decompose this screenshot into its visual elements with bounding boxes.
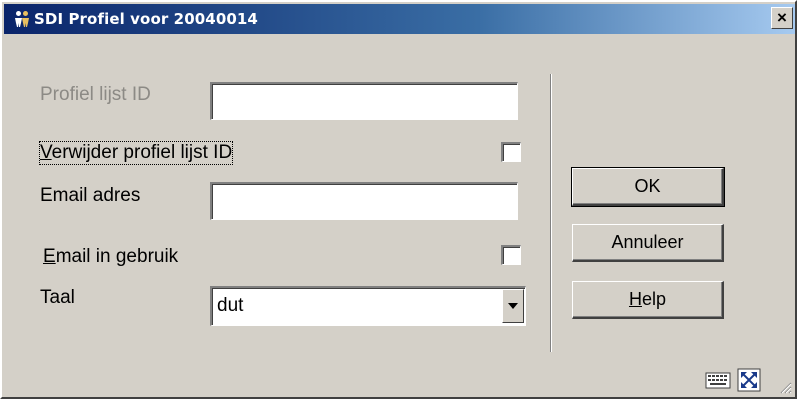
help-label-rest: elp [641, 289, 667, 309]
dialog-window: SDI Profiel voor 20040014 × Profiel lijs… [0, 0, 797, 399]
language-dropdown-button[interactable] [502, 289, 524, 323]
language-label: Taal [40, 287, 75, 308]
help-button[interactable]: Help [572, 281, 724, 319]
people-icon [15, 11, 29, 27]
delete-profile-list-id-checkbox[interactable] [501, 142, 521, 162]
language-value: dut [217, 295, 244, 316]
ok-button[interactable]: OK [571, 167, 725, 207]
window-title: SDI Profiel voor 20040014 [34, 10, 258, 28]
close-button[interactable]: × [771, 7, 793, 29]
close-icon: × [777, 8, 787, 27]
email-label-rest: mail in gebruik [55, 246, 179, 267]
profile-list-id-label: Profiel lijst ID [40, 84, 151, 105]
help-mnemonic: H [628, 289, 642, 309]
chevron-down-icon [508, 303, 518, 309]
maximize-icon[interactable] [737, 368, 761, 392]
delete-mnemonic: V [40, 142, 52, 163]
email-in-use-label[interactable]: Email in gebruik [43, 246, 178, 268]
vertical-separator [550, 74, 552, 352]
email-address-label: Email adres [40, 185, 141, 206]
delete-label-rest: erwijder profiel lijst ID [51, 142, 233, 163]
language-select[interactable]: dut [210, 286, 526, 326]
delete-profile-list-id-label[interactable]: Verwijder profiel lijst ID [38, 141, 234, 165]
cancel-button[interactable]: Annuleer [572, 224, 724, 262]
email-in-use-checkbox[interactable] [501, 245, 521, 265]
resize-grip-icon[interactable] [778, 380, 792, 394]
email-address-input[interactable] [210, 182, 518, 220]
email-mnemonic: E [43, 246, 56, 267]
keyboard-icon[interactable] [705, 370, 731, 390]
profile-list-id-input[interactable] [210, 82, 518, 120]
title-bar[interactable]: SDI Profiel voor 20040014 × [4, 4, 795, 34]
